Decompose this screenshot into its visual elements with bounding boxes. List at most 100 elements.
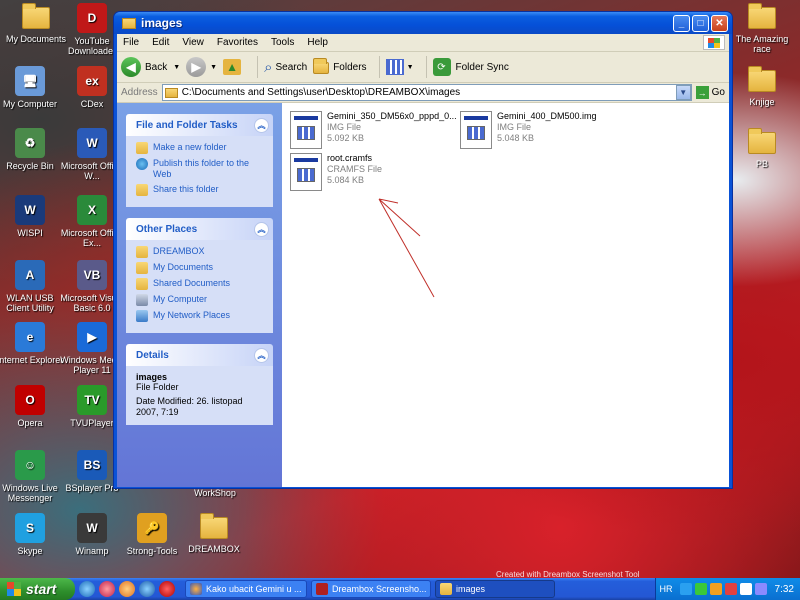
tray-icon[interactable]	[679, 583, 692, 595]
desktop-shortcut[interactable]: O Opera	[0, 385, 64, 428]
forward-dropdown-icon[interactable]: ▼	[210, 64, 217, 71]
quicklaunch-icon[interactable]	[79, 581, 95, 597]
place-dreambox[interactable]: DREAMBOX	[136, 246, 265, 258]
desktop-folder[interactable]: The Amazing race	[728, 3, 796, 54]
desktop-icon-label: Knjige	[749, 97, 775, 107]
collapse-icon[interactable]: ︽	[254, 347, 269, 363]
desktop-shortcut[interactable]: 🔑 Strong-Tools	[118, 513, 186, 556]
desktop-shortcut[interactable]: W Winamp	[58, 513, 126, 556]
desktop-shortcut[interactable]: W WISPI	[0, 195, 64, 238]
internet-explorer-icon[interactable]	[139, 581, 155, 597]
maximize-button[interactable]: □	[692, 14, 709, 32]
shared-folder-icon	[136, 278, 148, 290]
network-icon	[136, 310, 148, 322]
collapse-icon[interactable]: ︽	[254, 117, 269, 133]
desktop-folder[interactable]: DREAMBOX	[180, 513, 248, 554]
details-header[interactable]: Details ︽	[126, 344, 273, 366]
desktop-folder[interactable]: Knjige	[728, 66, 796, 107]
desktop-shortcut[interactable]: ♻ Recycle Bin	[0, 128, 64, 171]
desktop-shortcut-icon: e	[15, 322, 45, 352]
address-input[interactable]: C:\Documents and Settings\user\Desktop\D…	[161, 84, 692, 101]
folder-icon	[136, 246, 148, 258]
desktop-shortcut[interactable]: S Skype	[0, 513, 64, 556]
tray-icon[interactable]	[709, 583, 722, 595]
desktop-shortcut-icon: BS	[77, 450, 107, 480]
start-button[interactable]: start	[0, 578, 75, 600]
desktop-shortcut[interactable]: e Internet Explorer	[0, 322, 64, 365]
details-panel: Details ︽ images File Folder Date Modifi…	[126, 344, 273, 425]
up-folder-button[interactable]: ▲	[223, 59, 245, 75]
back-button[interactable]: ◀ Back ▼	[121, 57, 180, 77]
toolbar-separator	[257, 56, 259, 78]
quicklaunch-icon[interactable]	[119, 581, 135, 597]
menu-file[interactable]: File	[117, 37, 146, 48]
close-button[interactable]: ✕	[711, 14, 728, 32]
menu-favorites[interactable]: Favorites	[211, 37, 265, 48]
taskbar-button[interactable]: Dreambox Screensho...	[311, 580, 431, 598]
desktop-icon-label: Recycle Bin	[6, 161, 54, 171]
place-shared-documents[interactable]: Shared Documents	[136, 278, 265, 290]
folder-sync-button[interactable]: ⟳ Folder Sync	[432, 58, 509, 76]
place-my-network-places[interactable]: My Network Places	[136, 310, 265, 322]
toolbar: ◀ Back ▼ ▶ ▼ ▲ ⌕ Search Folders ▼ ⟳ Fold…	[117, 52, 729, 83]
taskbar-button[interactable]: Kako ubacit Gemini u ...	[185, 580, 307, 598]
desktop-icon-label: DREAMBOX	[188, 544, 240, 554]
details-body: images File Folder Date Modified: 26. li…	[126, 366, 273, 425]
tray-icon[interactable]	[754, 583, 767, 595]
tray-icon[interactable]	[694, 583, 707, 595]
desktop-shortcut[interactable]: ☺ Windows Live Messenger	[0, 450, 64, 503]
desktop-folder[interactable]: PB	[728, 128, 796, 169]
place-my-documents[interactable]: My Documents	[136, 262, 265, 274]
language-indicator[interactable]: HR	[660, 584, 673, 594]
desktop-partial-text: WorkShop	[194, 488, 236, 498]
toolbar-separator	[378, 56, 380, 78]
back-dropdown-icon[interactable]: ▼	[173, 64, 180, 71]
address-dropdown-icon[interactable]: ▼	[675, 85, 691, 100]
search-button[interactable]: ⌕ Search	[264, 59, 307, 76]
desktop-shortcut[interactable]: A WLAN USB Client Utility	[0, 260, 64, 313]
file-folder-tasks-header[interactable]: File and Folder Tasks ︽	[126, 114, 273, 136]
menu-view[interactable]: View	[176, 37, 211, 48]
taskbar-button[interactable]: images	[435, 580, 555, 598]
go-button[interactable]: → Go	[695, 86, 725, 99]
search-icon: ⌕	[264, 58, 273, 76]
explorer-window[interactable]: images _ □ ✕ File Edit View Favorites To…	[113, 11, 733, 489]
minimize-button[interactable]: _	[673, 14, 690, 32]
desktop-shortcut-icon: O	[15, 385, 45, 415]
task-make-new-folder[interactable]: Make a new folder	[136, 142, 265, 154]
folders-button[interactable]: Folders	[313, 58, 367, 74]
collapse-icon[interactable]: ︽	[254, 221, 269, 237]
details-folder-name: images	[136, 372, 168, 382]
task-share-folder[interactable]: Share this folder	[136, 184, 265, 196]
folder-icon	[122, 17, 136, 29]
panel-title: Other Places	[136, 223, 198, 235]
desktop-icon-label: My Computer	[2, 99, 57, 109]
dreambox-screenshot-icon	[316, 583, 328, 595]
clock[interactable]: 7:32	[775, 584, 794, 595]
quicklaunch-icon[interactable]	[99, 581, 115, 597]
desktop-shortcut-icon: W	[77, 128, 107, 158]
menu-tools[interactable]: Tools	[265, 37, 301, 48]
desktop-shortcut[interactable]: 🖥 My Computer	[0, 66, 64, 109]
tray-icon[interactable]	[724, 583, 737, 595]
menu-edit[interactable]: Edit	[146, 37, 176, 48]
address-value: C:\Documents and Settings\user\Desktop\D…	[181, 87, 461, 98]
folder-sync-icon: ⟳	[432, 58, 451, 76]
desktop-shortcut-icon: ☺	[15, 450, 45, 480]
search-label: Search	[275, 61, 308, 73]
back-label: Back	[145, 61, 168, 73]
desktop-shortcut-icon: W	[15, 195, 45, 225]
address-label: Address	[121, 87, 158, 98]
title-bar[interactable]: images _ □ ✕	[114, 12, 732, 34]
task-publish-web[interactable]: Publish this folder to the Web	[136, 158, 265, 180]
desktop-folder-icon	[200, 513, 228, 539]
file-list-pane[interactable]: Gemini_350_DM56x0_pppd_0... IMG File 5.0…	[282, 103, 729, 487]
place-my-computer[interactable]: My Computer	[136, 294, 265, 306]
tray-icon[interactable]	[739, 583, 752, 595]
views-button[interactable]: ▼	[385, 59, 414, 75]
menu-help[interactable]: Help	[301, 37, 335, 48]
opera-icon[interactable]	[159, 581, 175, 597]
desktop-icon-label: Winamp	[75, 546, 109, 556]
other-places-header[interactable]: Other Places ︽	[126, 218, 273, 240]
forward-button[interactable]: ▶ ▼	[186, 57, 217, 77]
